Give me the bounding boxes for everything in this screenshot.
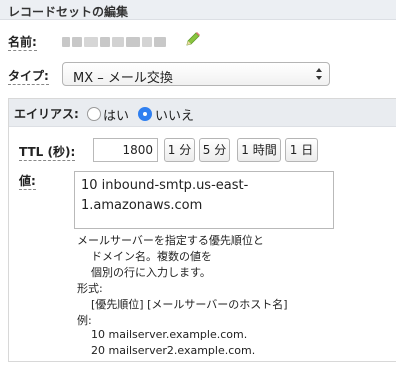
alias-no-label: いいえ	[155, 109, 195, 124]
alias-yes-radio[interactable]	[87, 107, 101, 121]
ttl-5-minutes-button[interactable]: 5 分	[199, 138, 230, 162]
help-example-line: 10 mailserver.example.com.	[91, 328, 248, 341]
alias-no-radio[interactable]	[138, 107, 152, 121]
type-select[interactable]: MX – メール交換	[62, 62, 330, 86]
value-label: 値:	[19, 174, 36, 190]
ttl-1-minute-button[interactable]: 1 分	[164, 138, 195, 162]
panel-header: レコードセットの編集	[0, 0, 396, 20]
alias-yes-label: はい	[103, 109, 130, 124]
alias-label: エイリアス:	[14, 107, 79, 121]
select-arrows-icon	[316, 68, 322, 80]
pencil-icon[interactable]	[184, 30, 202, 48]
help-text-line: メールサーバーを指定する優先順位と	[77, 234, 264, 247]
help-text-line: 個別の行に入力します。	[91, 266, 211, 279]
value-textarea[interactable]: 10 inbound-smtp.us-east- 1.amazonaws.com	[74, 171, 334, 229]
help-example-line: 20 mailserver2.example.com.	[91, 344, 256, 357]
name-value-redacted	[62, 36, 172, 48]
ttl-1-day-button[interactable]: 1 日	[285, 138, 318, 162]
type-select-value: MX – メール交換	[73, 71, 173, 86]
ttl-input[interactable]: 1800	[93, 138, 158, 162]
panel-title: レコードセットの編集	[8, 5, 129, 19]
value-line: 10 inbound-smtp.us-east-	[81, 178, 249, 193]
help-example-label: 例:	[77, 314, 92, 327]
ttl-label: TTL (秒):	[19, 145, 76, 161]
help-text-line: ドメイン名。複数の値を	[91, 250, 212, 263]
ttl-1-hour-button[interactable]: 1 時間	[237, 138, 281, 162]
help-format-label: 形式:	[77, 282, 103, 295]
value-line: 1.amazonaws.com	[81, 198, 203, 213]
name-label: 名前:	[8, 35, 37, 51]
help-format-text: [優先順位] [メールサーバーのホスト名]	[91, 298, 288, 311]
type-label: タイプ:	[8, 69, 49, 85]
